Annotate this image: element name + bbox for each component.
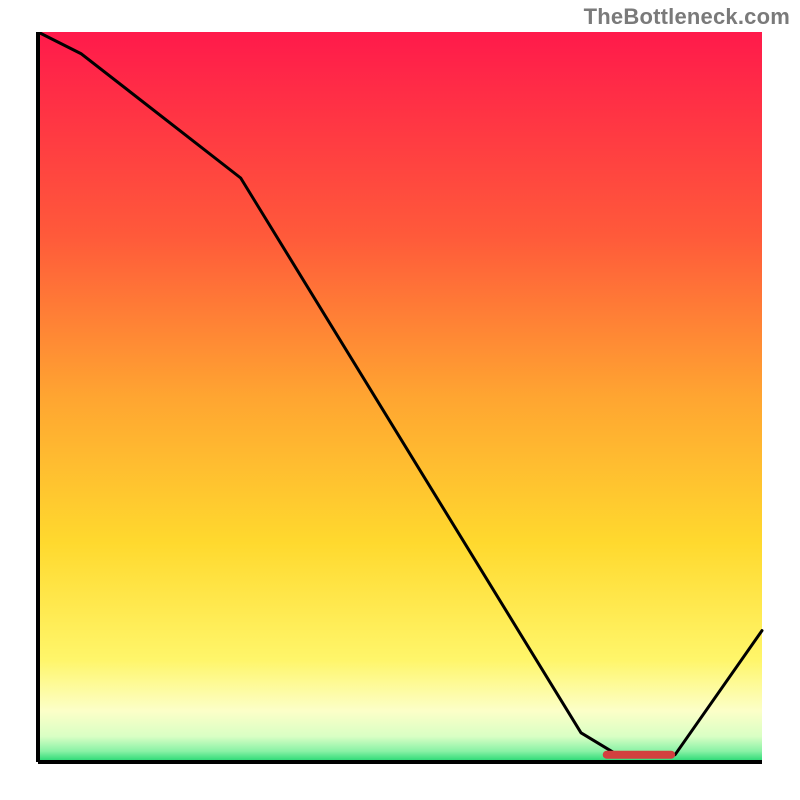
gradient-background (38, 32, 762, 762)
watermark-text: TheBottleneck.com (584, 4, 790, 30)
chart-container: TheBottleneck.com (0, 0, 800, 800)
chart-svg (32, 32, 768, 768)
optimum-marker (603, 751, 675, 759)
plot-area (32, 32, 768, 768)
